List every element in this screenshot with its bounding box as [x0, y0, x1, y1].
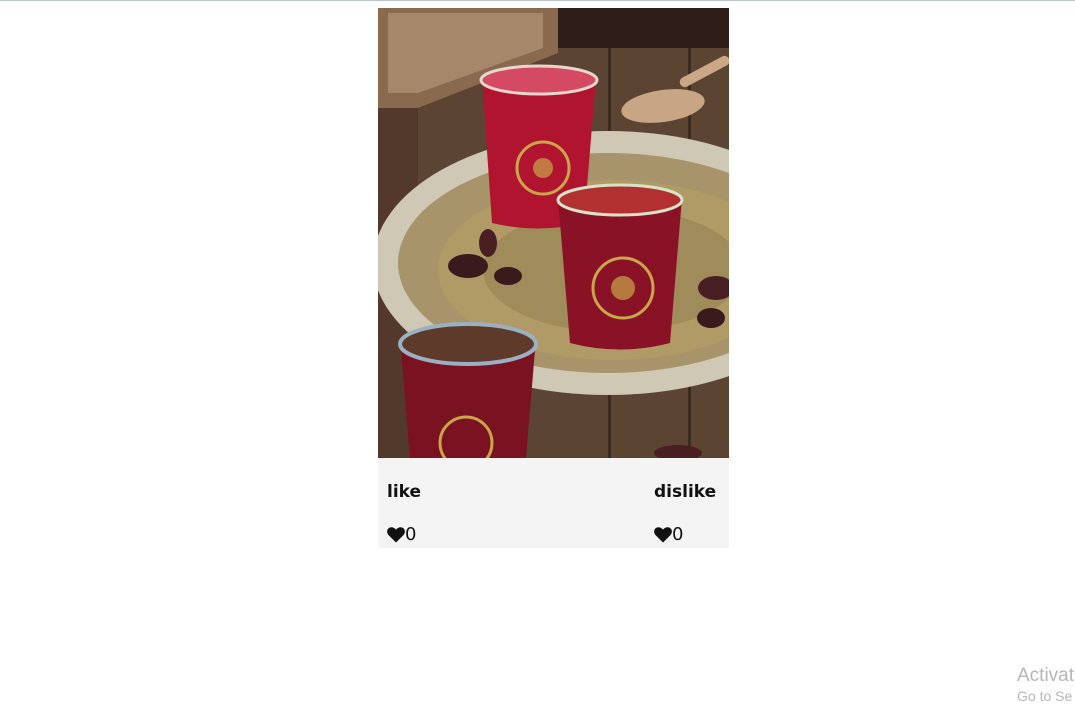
like-count: 0	[405, 524, 417, 545]
like-button[interactable]: 0	[387, 526, 421, 544]
dislike-count: 0	[672, 524, 684, 545]
reactions-bar: like 0 dislike 0	[378, 458, 729, 548]
watermark-title: Activat	[1017, 665, 1075, 686]
like-label: like	[387, 482, 422, 502]
dislike-label: dislike	[654, 482, 717, 502]
activation-watermark: Activat Go to Se	[1017, 665, 1075, 705]
top-divider	[0, 0, 1075, 1]
dislike-button[interactable]: 0	[654, 526, 716, 544]
like-section: like 0	[387, 482, 421, 544]
heart-icon	[654, 527, 672, 543]
watermark-subtitle: Go to Se	[1017, 688, 1073, 704]
drink-photo	[378, 8, 729, 458]
drink-card: like 0 dislike 0	[378, 8, 729, 548]
heart-icon	[387, 527, 405, 543]
dislike-section: dislike 0	[654, 482, 716, 544]
